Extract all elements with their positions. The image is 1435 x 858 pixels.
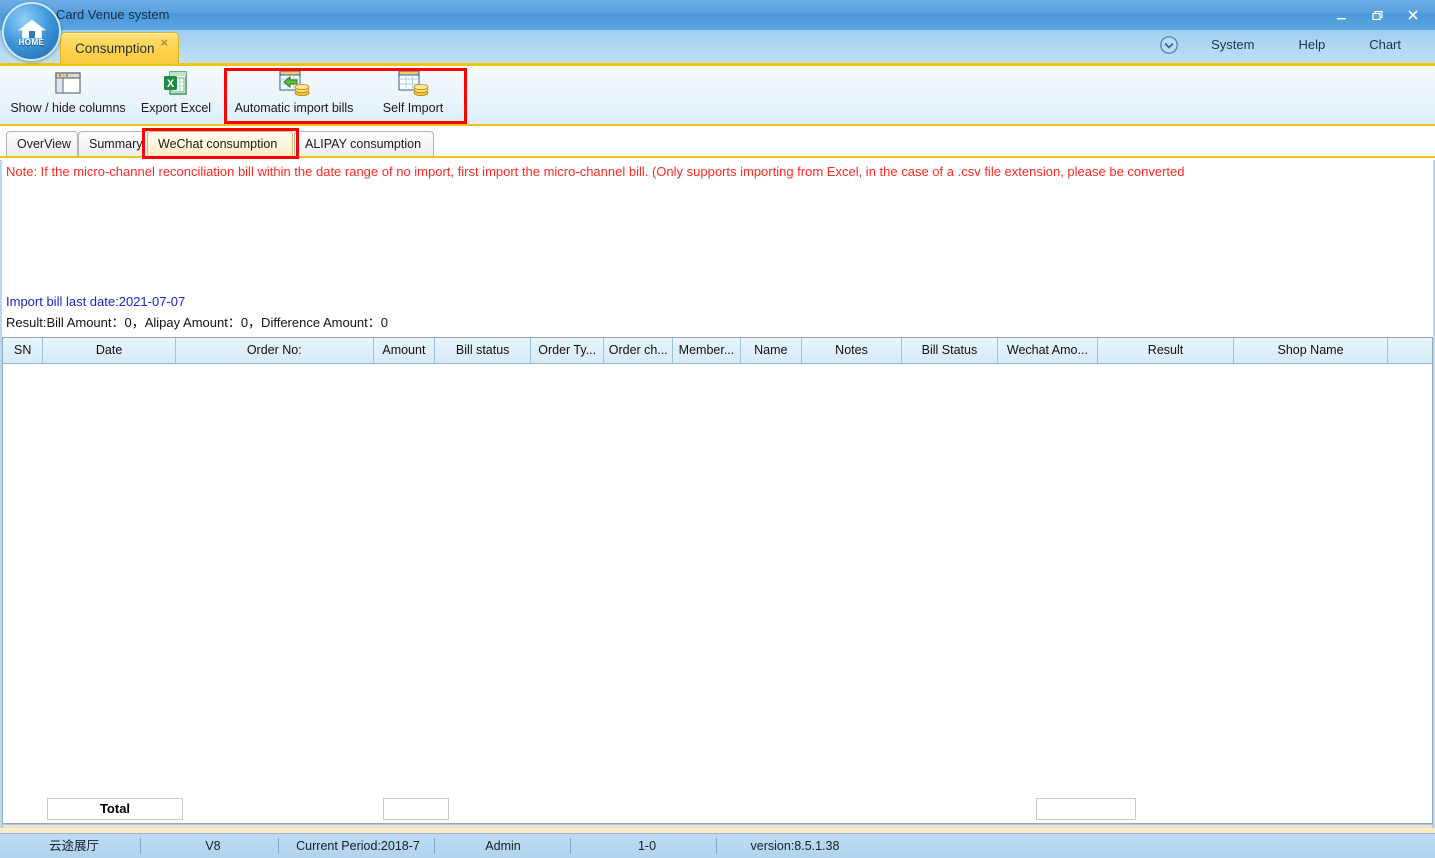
grid-column-name[interactable]: Name: [740, 338, 803, 363]
status-separator: [716, 838, 717, 854]
menu-strip: System Help Chart: [0, 30, 1435, 66]
menu-item-system[interactable]: System: [1189, 30, 1276, 60]
grid-column-notes[interactable]: Notes: [802, 338, 902, 363]
data-grid: SN Date Order No: Amount Bill status Ord…: [2, 337, 1433, 818]
menu-item-chart[interactable]: Chart: [1347, 30, 1423, 60]
status-user: Admin: [485, 839, 521, 853]
import-last-date-text[interactable]: Import bill last date:2021-07-07: [6, 294, 185, 309]
sub-tab-bar: OverView Summary WeChat consumption ALIP…: [0, 131, 1435, 157]
grid-column-filler[interactable]: [1387, 338, 1432, 363]
status-current-period: Current Period:2018-7: [296, 839, 420, 853]
sub-tab-underline: [0, 156, 1435, 158]
note-text: Note: If the micro-channel reconciliatio…: [6, 164, 1185, 179]
status-separator: [570, 838, 571, 854]
grid-column-member[interactable]: Member...: [673, 338, 741, 363]
status-separator: [278, 838, 279, 854]
app-tab-close-icon[interactable]: ×: [161, 35, 169, 50]
minimize-button[interactable]: [1323, 2, 1359, 28]
status-version: version:8.5.1.38: [750, 839, 840, 853]
excel-icon: X: [162, 68, 190, 98]
grid-column-result[interactable]: Result: [1097, 338, 1235, 363]
columns-icon: [53, 68, 83, 98]
tab-wechat-consumption[interactable]: WeChat consumption: [147, 131, 293, 156]
tab-summary[interactable]: Summary: [78, 131, 150, 156]
total-amount-cell: [383, 798, 449, 820]
tab-alipay-consumption[interactable]: ALIPAY consumption: [294, 131, 434, 156]
window-title: Card Venue system: [56, 7, 170, 22]
left-window-border: [0, 160, 2, 833]
total-label-cell: Total: [47, 798, 183, 820]
status-version-short: V8: [205, 839, 221, 853]
grid-column-order-no[interactable]: Order No:: [175, 338, 374, 363]
grid-column-bill-status[interactable]: Bill status: [435, 338, 532, 363]
toolbar-self-import[interactable]: Self Import: [364, 68, 462, 122]
grid-column-date[interactable]: Date: [43, 338, 176, 363]
grid-column-wechat-amount[interactable]: Wechat Amo...: [997, 338, 1098, 363]
menu-item-help[interactable]: Help: [1276, 30, 1347, 60]
tab-overview[interactable]: OverView: [6, 131, 78, 156]
grid-column-order-channel[interactable]: Order ch...: [604, 338, 674, 363]
toolbar-label: Export Excel: [140, 101, 212, 115]
status-venue: 云途展厅: [48, 839, 99, 853]
grid-column-sn[interactable]: SN: [3, 338, 44, 363]
filter-panel: Date 2021-07-07 00:00:00 to 2021-07-07 2…: [0, 190, 1435, 473]
home-icon: [17, 19, 46, 39]
grid-total-row: Total: [2, 795, 1433, 824]
toolbar-label: Self Import: [382, 101, 444, 115]
grid-column-order-type[interactable]: Order Ty...: [531, 338, 605, 363]
self-import-icon: [396, 68, 430, 98]
status-bar: 云途展厅 V8 Current Period:2018-7 Admin 1-0 …: [0, 833, 1435, 858]
title-bar: Card Venue system: [0, 0, 1435, 30]
toolbar-show-hide-columns[interactable]: Show / hide columns: [8, 68, 128, 122]
status-separator: [434, 838, 435, 854]
grid-column-amount[interactable]: Amount: [373, 338, 436, 363]
svg-text:X: X: [167, 78, 175, 90]
total-wechat-amount-cell: [1036, 798, 1136, 820]
toolbar-label: Show / hide columns: [10, 101, 126, 115]
status-separator: [140, 838, 141, 854]
grid-body[interactable]: [3, 364, 1432, 816]
grid-header-row: SN Date Order No: Amount Bill status Ord…: [3, 338, 1432, 364]
application-window: Card Venue system System Help Chart Cons…: [0, 0, 1435, 858]
close-button[interactable]: [1395, 2, 1431, 28]
status-counter: 1-0: [637, 839, 657, 853]
import-bills-icon: [277, 68, 311, 98]
grid-column-shop-name[interactable]: Shop Name: [1234, 338, 1388, 363]
home-button[interactable]: HOME: [2, 2, 61, 61]
main-menu: System Help Chart: [1159, 30, 1423, 60]
toolbar: Show / hide columns X Export Excel Autom…: [0, 66, 1435, 126]
home-label: HOME: [18, 38, 45, 47]
result-summary-text: Result:Bill Amount：0，Alipay Amount：0，Dif…: [6, 315, 388, 330]
grid-column-bill-status-2[interactable]: Bill Status: [901, 338, 998, 363]
app-tab-consumption[interactable]: Consumption ×: [60, 32, 180, 64]
chevron-down-circle-icon[interactable]: [1159, 35, 1179, 55]
toolbar-label: Automatic import bills: [234, 101, 354, 115]
toolbar-export-excel[interactable]: X Export Excel: [130, 68, 222, 122]
toolbar-automatic-import-bills[interactable]: Automatic import bills: [228, 68, 360, 122]
app-tab-label: Consumption: [75, 41, 155, 56]
window-controls: [1323, 0, 1431, 30]
restore-button[interactable]: [1359, 2, 1395, 28]
